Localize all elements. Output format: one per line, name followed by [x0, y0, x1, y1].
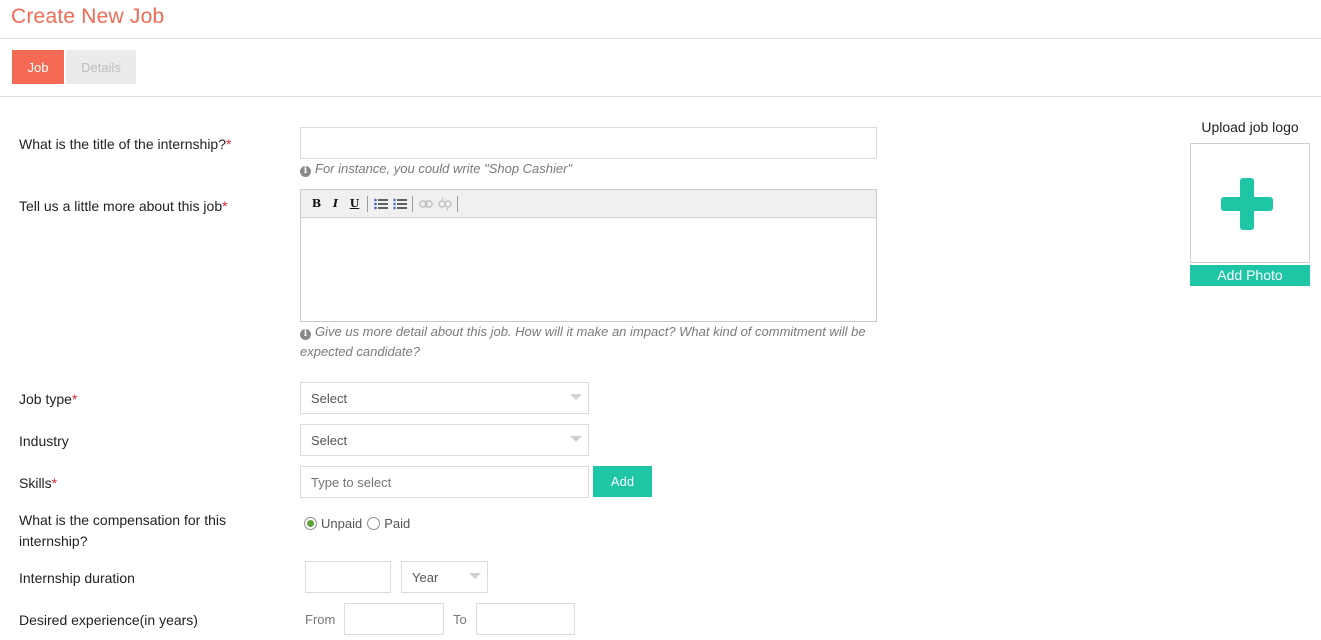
tabs-divider: [0, 96, 1321, 97]
industry-label-text: Industry: [19, 433, 69, 449]
editor-content-area[interactable]: [301, 218, 876, 321]
description-label: Tell us a little more about this job*: [19, 196, 228, 217]
upload-logo-title: Upload job logo: [1201, 119, 1299, 135]
description-editor: B I U: [300, 189, 877, 322]
plus-icon-bar: [1221, 197, 1273, 211]
job-type-label-text: Job type: [19, 391, 72, 407]
required-mark: *: [71, 391, 78, 407]
title-hint-text: For instance, you could write "Shop Cash…: [315, 161, 573, 176]
underline-button[interactable]: U: [345, 194, 364, 213]
description-label-text: Tell us a little more about this job: [19, 198, 223, 214]
description-hint: i Give us more detail about this job. How…: [300, 322, 880, 362]
experience-from-label: From: [305, 612, 336, 627]
chevron-down-icon: [469, 573, 481, 579]
experience-to-input[interactable]: [476, 603, 575, 635]
required-mark: *: [226, 136, 232, 152]
info-icon: i: [300, 329, 311, 340]
duration-unit-select[interactable]: Year: [401, 561, 488, 593]
industry-select[interactable]: Select: [300, 424, 589, 456]
editor-toolbar: B I U: [301, 190, 876, 218]
add-skill-button[interactable]: Add: [593, 466, 652, 497]
job-type-selected: Select: [311, 390, 348, 406]
toolbar-separator: [457, 195, 458, 212]
industry-label: Industry: [19, 431, 69, 452]
tab-details[interactable]: Details: [66, 50, 136, 84]
header-divider: [0, 38, 1321, 39]
description-hint-text: Give us more detail about this job. How …: [300, 324, 866, 359]
chevron-down-icon: [570, 394, 582, 400]
compensation-options: Unpaid Paid: [304, 516, 410, 531]
info-icon: i: [300, 166, 311, 177]
unpaid-label[interactable]: Unpaid: [321, 516, 362, 531]
bold-button[interactable]: B: [307, 194, 326, 213]
unlink-icon[interactable]: [435, 194, 454, 213]
paid-radio[interactable]: [367, 517, 381, 530]
job-type-select[interactable]: Select: [300, 382, 589, 414]
industry-selected: Select: [311, 432, 348, 448]
title-label: What is the title of the internship?*: [19, 134, 231, 155]
tab-job[interactable]: Job: [12, 50, 64, 84]
job-type-label: Job type*: [19, 389, 77, 410]
required-mark: *: [51, 475, 58, 491]
italic-button[interactable]: I: [326, 194, 345, 213]
duration-input[interactable]: [305, 561, 391, 593]
title-input[interactable]: [300, 127, 877, 159]
link-icon[interactable]: [416, 194, 435, 213]
compensation-label: What is the compensation for this intern…: [19, 512, 226, 549]
toolbar-separator: [412, 195, 413, 212]
numbered-list-icon[interactable]: [390, 194, 409, 213]
page-title: Create New Job: [11, 5, 165, 28]
title-label-text: What is the title of the internship?: [19, 136, 226, 152]
duration-unit-selected: Year: [412, 569, 439, 585]
duration-label: Internship duration: [19, 570, 135, 586]
paid-label[interactable]: Paid: [384, 516, 410, 531]
add-photo-button[interactable]: Add Photo: [1190, 265, 1310, 286]
toolbar-separator: [367, 195, 368, 212]
title-hint: i For instance, you could write "Shop Cas…: [300, 159, 572, 179]
bulleted-list-icon[interactable]: [371, 194, 390, 213]
chevron-down-icon: [570, 436, 582, 442]
logo-dropzone[interactable]: [1190, 143, 1310, 263]
skills-label: Skills*: [19, 473, 57, 494]
experience-from-input[interactable]: [344, 603, 444, 635]
unpaid-radio[interactable]: [304, 517, 317, 530]
skills-label-text: Skills: [19, 475, 52, 491]
experience-label: Desired experience(in years): [19, 612, 198, 628]
required-mark: *: [222, 198, 228, 214]
experience-to-label: To: [453, 612, 467, 627]
skills-input[interactable]: [300, 466, 589, 498]
